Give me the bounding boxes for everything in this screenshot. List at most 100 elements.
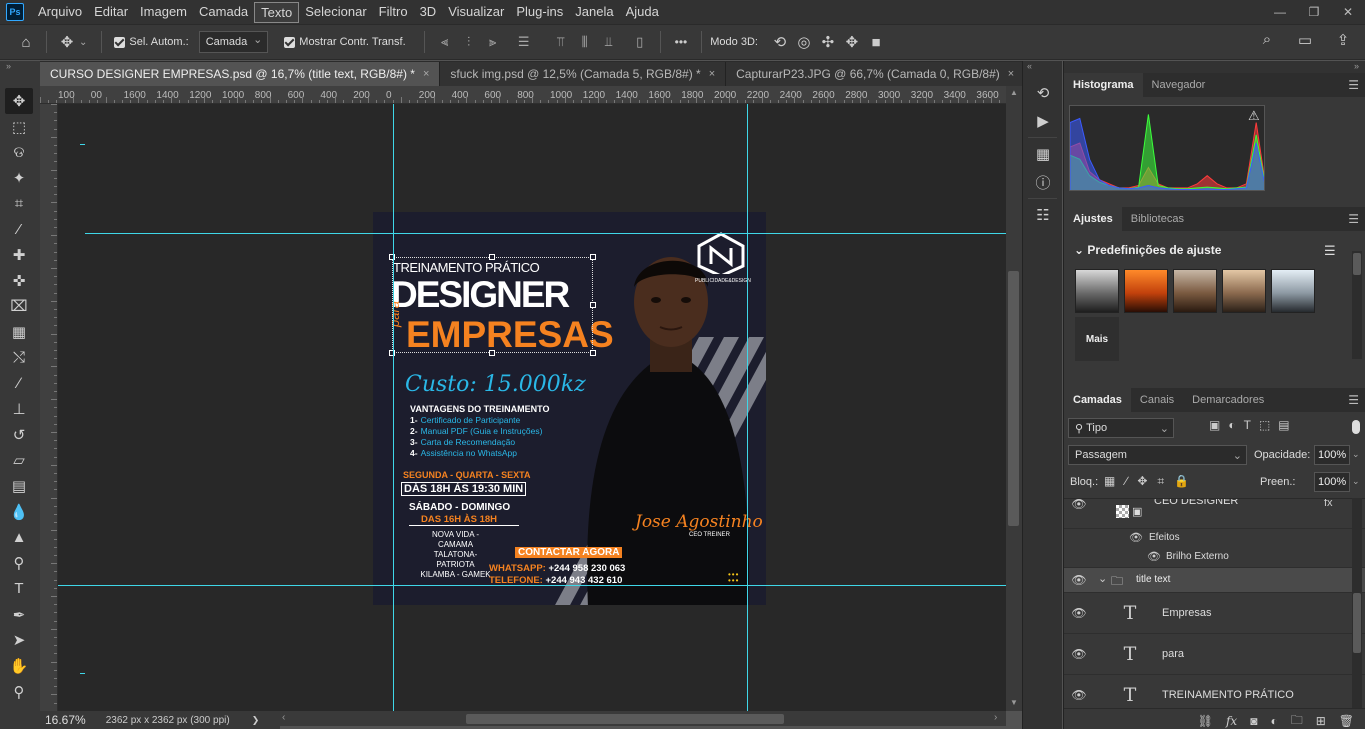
dodge-tool-icon[interactable]: ⚲ <box>5 550 33 576</box>
ruler-horizontal[interactable]: 100 00 1600 1400 1200 1000 800 600 400 200 0 200 400… <box>40 86 1006 104</box>
filter-adjustment-icon[interactable]: ◐ <box>1228 418 1235 432</box>
add-mask-icon[interactable]: ◙ <box>1250 714 1257 728</box>
strip-collapse[interactable]: « <box>1023 61 1062 71</box>
layer-row[interactable]: 👁 T para <box>1064 634 1365 675</box>
guide-horizontal[interactable] <box>58 585 1006 586</box>
search-icon[interactable]: ⌕ <box>1255 31 1279 49</box>
crop-tool-icon[interactable]: ⌗ <box>5 191 33 217</box>
lock-image-icon[interactable]: ∕ <box>1125 474 1127 489</box>
new-group-icon[interactable]: 🗀 <box>1291 711 1303 729</box>
transform-handle[interactable] <box>590 254 596 260</box>
preset-thumbnail[interactable] <box>1222 269 1266 313</box>
panel-menu-icon[interactable]: ☰ <box>1348 212 1359 226</box>
menu-item-visualizar[interactable]: Visualizar <box>442 2 510 23</box>
lock-position-icon[interactable]: ✥ <box>1137 474 1147 489</box>
move-tool-icon[interactable]: ✥ <box>5 88 33 114</box>
status-menu-arrow[interactable]: ❯ <box>252 715 260 726</box>
transform-handle[interactable] <box>590 302 596 308</box>
share-icon[interactable]: ⇪ <box>1331 31 1355 49</box>
layer-effects-row[interactable]: 👁 Efeitos <box>1064 529 1365 548</box>
blend-mode-dropdown[interactable]: Passagem ⌄ <box>1068 445 1247 465</box>
close-icon[interactable]: × <box>709 68 715 80</box>
ruler-vertical[interactable] <box>40 104 58 712</box>
scroll-down-icon[interactable]: ▼ <box>1010 698 1018 707</box>
menu-item-plug-ins[interactable]: Plug-ins <box>510 2 569 23</box>
roll-3d-icon[interactable]: ◎ <box>792 33 816 51</box>
eraser-tool-icon[interactable]: ▱ <box>5 448 33 474</box>
trash-icon[interactable]: 🗑 <box>1339 714 1354 728</box>
fx-icon[interactable]: fx <box>1226 714 1237 728</box>
visibility-icon[interactable]: 👁 <box>1129 531 1143 544</box>
menu-item-imagem[interactable]: Imagem <box>134 2 193 23</box>
filter-smart-object-icon[interactable]: ▤ <box>1278 418 1289 432</box>
align-left-icon[interactable]: ⫷ <box>434 32 456 52</box>
layer-effect-row[interactable]: 👁 Brilho Externo <box>1064 548 1365 568</box>
scroll-thumb[interactable] <box>1353 593 1361 653</box>
tab-navigator[interactable]: Navegador <box>1143 73 1215 97</box>
collapse-icon[interactable]: » <box>6 61 40 71</box>
artboard-lock-icon[interactable]: ⌗ <box>1157 474 1164 489</box>
type-tool-icon[interactable]: T <box>5 576 33 602</box>
chevron-down-icon[interactable]: ⌄ <box>1098 572 1107 585</box>
panel-menu-icon[interactable]: ☰ <box>1348 393 1359 407</box>
marquee-tool-icon[interactable]: ⬚ <box>5 114 33 140</box>
path-selection-tool-icon[interactable]: ➤ <box>5 627 33 653</box>
lock-transparent-icon[interactable]: ▦ <box>1104 474 1115 489</box>
properties-icon[interactable]: ☷ <box>1028 203 1058 227</box>
chevron-down-icon[interactable]: ⌄ <box>79 37 87 48</box>
filter-type-icon[interactable]: T <box>1244 418 1251 432</box>
tab-curso-designer[interactable]: CURSO DESIGNER EMPRESAS.psd @ 16,7% (tit… <box>40 62 441 86</box>
distribute-h-icon[interactable]: ☰ <box>513 32 535 52</box>
scroll-left-icon[interactable]: ‹ <box>282 712 285 723</box>
tab-paths[interactable]: Demarcadores <box>1183 388 1273 412</box>
fx-icon[interactable]: fx <box>1324 499 1333 509</box>
close-icon[interactable]: × <box>423 68 429 80</box>
menu-item-ajuda[interactable]: Ajuda <box>620 2 665 23</box>
opacity-input[interactable]: 100% <box>1314 445 1350 465</box>
eyedropper-tool-icon[interactable]: ⁄ <box>5 216 33 242</box>
slide-3d-icon[interactable]: ✥ <box>840 33 864 51</box>
transform-handle[interactable] <box>389 254 395 260</box>
link-layers-icon[interactable]: ⛓ <box>1198 714 1213 728</box>
orbit-3d-icon[interactable]: ⟲ <box>768 33 792 51</box>
move-tool-icon[interactable]: ✥ <box>55 33 79 51</box>
brush-tool-icon[interactable]: ∕ <box>5 371 33 397</box>
blur-tool-icon[interactable]: 💧 <box>5 499 33 525</box>
auto-select-dropdown[interactable]: Camada <box>198 31 269 53</box>
filter-shape-icon[interactable]: ⬚ <box>1259 418 1270 432</box>
info-icon[interactable]: ⓘ <box>1028 170 1058 194</box>
new-adjustment-icon[interactable]: ◐ <box>1270 714 1277 728</box>
tab-channels[interactable]: Canais <box>1131 388 1183 412</box>
list-view-icon[interactable]: ☰ <box>1324 243 1336 259</box>
chevron-down-icon[interactable]: ⌄ <box>1352 449 1360 460</box>
pen-tool-icon[interactable]: ✒ <box>5 602 33 628</box>
guide-horizontal[interactable] <box>85 233 1006 234</box>
content-aware-move-icon[interactable]: ⤭ <box>5 345 33 371</box>
visibility-icon[interactable]: 👁 <box>1064 688 1094 702</box>
visibility-icon[interactable]: 👁 <box>1064 647 1094 661</box>
align-right-icon[interactable]: ⫸ <box>482 32 504 52</box>
scroll-up-icon[interactable]: ▲ <box>1010 88 1018 97</box>
tab-histogram[interactable]: Histograma <box>1064 73 1143 97</box>
panel-menu-icon[interactable]: ☰ <box>1348 78 1359 92</box>
preset-thumbnail[interactable] <box>1271 269 1315 313</box>
chevron-down-icon[interactable]: ⌄ <box>1352 476 1360 487</box>
transform-handle[interactable] <box>489 254 495 260</box>
menu-item-arquivo[interactable]: Arquivo <box>32 2 88 23</box>
menu-item-filtro[interactable]: Filtro <box>373 2 414 23</box>
preset-thumbnail[interactable] <box>1124 269 1168 313</box>
sharpen-tool-icon[interactable]: ▲ <box>5 525 33 551</box>
home-icon[interactable]: ⌂ <box>14 34 38 51</box>
fill-input[interactable]: 100% <box>1314 472 1350 492</box>
lock-all-icon[interactable]: 🔒 <box>1174 474 1189 489</box>
presets-scrollbar[interactable] <box>1352 251 1362 359</box>
canvas-area[interactable]: PUBLICIDADE&DESIGN TREINAMENTO PRÁTICO D… <box>58 104 1006 711</box>
tab-adjustments[interactable]: Ajustes <box>1064 207 1122 231</box>
expand-icon[interactable]: « <box>1027 61 1032 71</box>
workspace-icon[interactable]: ▭ <box>1293 31 1317 49</box>
clone-stamp-tool-icon[interactable]: ⊥ <box>5 396 33 422</box>
gradient-tool-icon[interactable]: ▤ <box>5 473 33 499</box>
align-middle-icon[interactable]: ⫼ <box>574 32 596 52</box>
new-layer-icon[interactable]: ⊞ <box>1316 714 1326 728</box>
swatches-icon[interactable]: ▦ <box>1028 142 1058 166</box>
